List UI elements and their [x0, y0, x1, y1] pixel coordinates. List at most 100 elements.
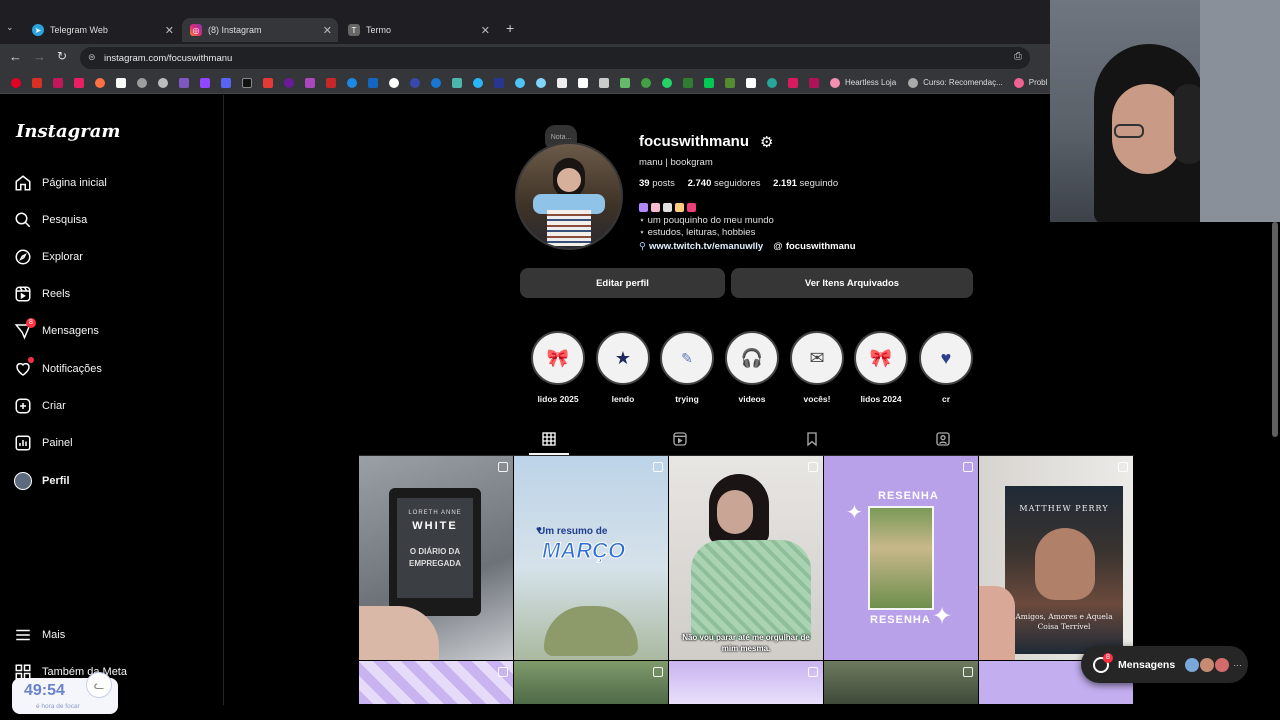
sidebar-item-home[interactable]: Página inicial	[14, 168, 107, 198]
bookmark-icon[interactable]	[1013, 77, 1024, 88]
new-tab-button[interactable]: +	[506, 20, 514, 36]
bookmark-icon[interactable]	[137, 77, 147, 88]
sidebar-item-messages[interactable]: 8 Mensagens	[14, 316, 99, 346]
scrollbar-thumb[interactable]	[1272, 222, 1278, 437]
sidebar-item-profile[interactable]: Perfil	[14, 466, 70, 496]
profile-link[interactable]: www.twitch.tv/emanuwlly	[649, 241, 763, 252]
bookmark-icon[interactable]	[788, 77, 798, 88]
bookmark-truncated[interactable]: Probl	[1029, 78, 1048, 87]
bookmark-icon[interactable]	[767, 77, 777, 88]
bookmark-icon[interactable]	[473, 77, 483, 88]
bookmark-icon[interactable]	[179, 77, 189, 88]
highlight-item[interactable]: 🎀 lidos 2024	[854, 331, 908, 404]
close-icon[interactable]: ✕	[481, 24, 490, 37]
bookmark-icon[interactable]	[53, 77, 63, 88]
threads-handle[interactable]: focuswithmanu	[786, 241, 856, 252]
bookmark-icon[interactable]	[242, 77, 252, 88]
bookmark-pinterest-icon[interactable]	[11, 77, 21, 88]
instagram-logo[interactable]: Instagram	[16, 121, 120, 142]
tab-list-dropdown[interactable]: ⌄	[6, 22, 20, 36]
bookmark-icon[interactable]	[725, 77, 735, 88]
sidebar-item-create[interactable]: Criar	[14, 391, 66, 421]
highlight-item[interactable]: ✉ vocês!	[790, 331, 844, 404]
profile-avatar[interactable]	[515, 142, 623, 250]
bookmark-icon[interactable]	[809, 77, 819, 88]
tagged-icon[interactable]	[935, 431, 951, 447]
highlight-item[interactable]: 🎧 videos	[725, 331, 779, 404]
reels-tab-icon[interactable]	[672, 431, 688, 447]
followers-stat[interactable]: 2.740 seguidores	[688, 178, 761, 189]
bookmark-icon[interactable]	[158, 77, 168, 88]
bookmark-icon[interactable]	[74, 77, 84, 88]
bookmark-icon[interactable]	[452, 77, 462, 88]
tab-instagram[interactable]: ◎ (8) Instagram ✕	[182, 18, 338, 42]
post-tile[interactable]: Um resumo de MARÇO ♥	[514, 456, 668, 660]
bookmark-icon[interactable]	[578, 77, 588, 88]
highlight-item[interactable]: ★ lendo	[596, 331, 650, 404]
bookmark-icon[interactable]	[410, 77, 420, 88]
bookmark-icon[interactable]	[494, 77, 504, 88]
bookmark-icon[interactable]	[515, 77, 525, 88]
highlight-item[interactable]: ✎ trying	[660, 331, 714, 404]
bookmark-icon[interactable]	[599, 77, 609, 88]
post-tile[interactable]	[514, 661, 668, 704]
page-scrollbar[interactable]	[1271, 222, 1279, 712]
bookmark-icon[interactable]	[326, 77, 336, 88]
install-icon[interactable]: ⎙	[1014, 51, 1022, 62]
bookmark-icon[interactable]	[620, 77, 630, 88]
sidebar-item-explore[interactable]: Explorar	[14, 242, 83, 272]
site-info-icon[interactable]: ⊜	[88, 52, 96, 63]
bookmark-whatsapp-icon[interactable]	[662, 77, 672, 88]
bookmark-icon[interactable]	[284, 77, 294, 88]
close-icon[interactable]: ✕	[323, 24, 332, 37]
bookmark-icon[interactable]	[704, 77, 714, 88]
bookmark-icon[interactable]	[557, 77, 567, 88]
bookmark-icon[interactable]	[683, 77, 693, 88]
post-tile[interactable]: MATTHEW PERRY Amigos, Amores e Aquela Co…	[979, 456, 1133, 660]
bookmark-icon[interactable]	[263, 77, 273, 88]
post-tile[interactable]: RESENHA RESENHA ✦ ✦	[824, 456, 978, 660]
bookmark-icon[interactable]	[804, 431, 820, 447]
bookmark-icon[interactable]	[221, 77, 231, 88]
sidebar-item-dashboard[interactable]: Painel	[14, 428, 73, 458]
forward-icon[interactable]: →	[33, 49, 46, 64]
sidebar-item-notifications[interactable]: Notificações	[14, 354, 102, 384]
bookmark-icon[interactable]	[389, 77, 399, 88]
tab-termo[interactable]: T Termo ✕	[340, 18, 496, 42]
close-icon[interactable]: ✕	[165, 24, 174, 37]
sidebar-item-more[interactable]: Mais	[14, 620, 65, 650]
bookmark-icon[interactable]	[368, 77, 378, 88]
heart-icon[interactable]	[830, 77, 840, 88]
bookmark-icon[interactable]	[536, 77, 546, 88]
settings-gear-icon[interactable]: ⚙	[760, 133, 773, 151]
bookmark-icon[interactable]	[116, 77, 126, 88]
bookmark-icon[interactable]	[305, 77, 315, 88]
post-tile[interactable]: LORETH ANNE WHITE O DIÁRIO DA EMPREGADA	[359, 456, 513, 660]
post-tile[interactable]	[824, 661, 978, 704]
messages-floating-button[interactable]: 8 Mensagens ···	[1081, 646, 1248, 683]
url-field[interactable]: ⊜ instagram.com/focuswithmanu ⎙	[80, 47, 1030, 69]
post-tile[interactable]	[359, 661, 513, 704]
following-stat[interactable]: 2.191 seguindo	[773, 178, 838, 189]
reload-icon[interactable]: ↻	[57, 49, 67, 63]
view-archive-button[interactable]: Ver Itens Arquivados	[731, 268, 973, 298]
bookmark-icon[interactable]	[641, 77, 651, 88]
bookmark-heartless[interactable]: Heartless Loja	[845, 78, 896, 87]
bookmark-icon[interactable]	[95, 77, 105, 88]
highlight-item[interactable]: 🎀 lidos 2025	[531, 331, 585, 404]
bookmark-curso[interactable]: Curso: Recomendaç...	[923, 78, 1003, 87]
bookmark-icon[interactable]	[431, 77, 441, 88]
post-tile[interactable]	[669, 661, 823, 704]
bookmark-icon[interactable]	[746, 77, 756, 88]
sidebar-item-search[interactable]: Pesquisa	[14, 205, 87, 235]
bookmark-icon[interactable]	[32, 77, 42, 88]
bookmark-icon[interactable]	[347, 77, 357, 88]
tab-telegram[interactable]: ➤ Telegram Web ✕	[24, 18, 180, 42]
edit-profile-button[interactable]: Editar perfil	[520, 268, 725, 298]
highlight-item[interactable]: ♥ cr	[919, 331, 973, 404]
post-tile[interactable]: Não vou parar até me orgulhar de mim mes…	[669, 456, 823, 660]
bookmark-icon[interactable]	[908, 77, 919, 88]
back-icon[interactable]: ←	[9, 49, 22, 64]
sidebar-item-reels[interactable]: Reels	[14, 279, 70, 309]
grid-icon[interactable]	[541, 431, 557, 447]
